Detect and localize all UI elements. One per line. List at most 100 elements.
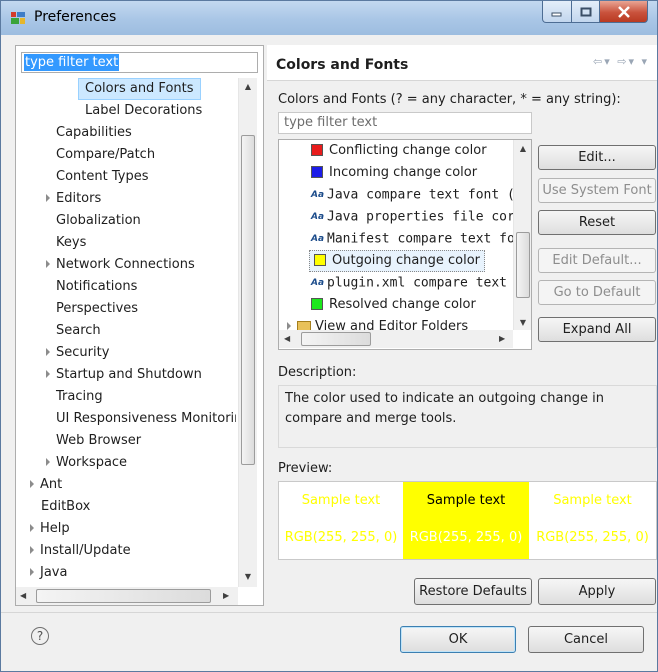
description-text: The color used to indicate an outgoing c… xyxy=(278,385,657,448)
list-item-label: Manifest compare text fo xyxy=(327,231,515,247)
tree-item-java[interactable]: Java xyxy=(30,562,67,584)
tree-item-label: Content Types xyxy=(56,169,149,184)
apply-button[interactable]: Apply xyxy=(538,578,656,605)
tree-item-workspace[interactable]: Workspace xyxy=(46,452,127,474)
title-bar[interactable]: Preferences xyxy=(1,1,657,35)
tree-item-search[interactable]: Search xyxy=(56,320,101,342)
list-item[interactable]: Aa Java properties file cor xyxy=(311,206,515,228)
list-item[interactable]: Incoming change color xyxy=(311,162,477,184)
scroll-up-icon[interactable]: ▲ xyxy=(514,144,531,153)
tree-item-label: Network Connections xyxy=(56,257,195,272)
list-item-label: Java compare text font ( xyxy=(327,187,515,203)
expand-arrow-icon[interactable] xyxy=(46,369,50,378)
scroll-down-icon[interactable]: ▼ xyxy=(514,318,531,327)
forward-icon[interactable]: ⇨ xyxy=(617,55,628,68)
scroll-left-icon[interactable]: ◀ xyxy=(20,591,26,600)
edit-button[interactable]: Edit... xyxy=(538,145,656,170)
tree-item-label: Keys xyxy=(56,235,87,250)
window-title: Preferences xyxy=(34,9,117,25)
colors-fonts-filter-input[interactable]: type filter text xyxy=(278,112,532,134)
list-scroll-thumb[interactable] xyxy=(516,232,530,298)
tree-item-perspectives[interactable]: Perspectives xyxy=(56,298,138,320)
list-item-label: Resolved change color xyxy=(329,297,476,312)
help-icon[interactable]: ? xyxy=(31,627,49,645)
minimize-button[interactable] xyxy=(542,1,572,23)
tree-item-security[interactable]: Security xyxy=(46,342,109,364)
scroll-right-icon[interactable]: ▶ xyxy=(223,591,229,600)
tree-item-globalization[interactable]: Globalization xyxy=(56,210,141,232)
preview-cell: Sample text RGB(255, 255, 0) xyxy=(279,482,403,559)
list-item[interactable]: Conflicting change color xyxy=(311,140,487,162)
tree-item-ant[interactable]: Ant xyxy=(30,474,62,496)
expand-arrow-icon[interactable] xyxy=(30,567,34,576)
tree-item-capabilities[interactable]: Capabilities xyxy=(56,122,132,144)
color-swatch-icon xyxy=(311,297,323,310)
maximize-button[interactable] xyxy=(571,1,600,23)
tree-item-web-browser[interactable]: Web Browser xyxy=(56,430,141,452)
expand-arrow-icon[interactable] xyxy=(46,193,50,202)
restore-defaults-button[interactable]: Restore Defaults xyxy=(414,578,532,605)
tree-item-label: Startup and Shutdown xyxy=(56,367,202,382)
back-icon[interactable]: ⇦ xyxy=(593,55,604,68)
view-menu-icon[interactable]: ▾ xyxy=(641,55,649,68)
tree-item-label-decorations[interactable]: Label Decorations xyxy=(85,100,202,122)
tree-item-label: Install/Update xyxy=(40,543,131,558)
expand-arrow-icon[interactable] xyxy=(46,347,50,356)
use-system-font-button[interactable]: Use System Font xyxy=(538,178,656,203)
left-vertical-scrollbar[interactable]: ▲ ▼ xyxy=(238,78,257,587)
close-button[interactable] xyxy=(599,1,648,23)
expand-arrow-icon[interactable] xyxy=(30,545,34,554)
tree-item-tracing[interactable]: Tracing xyxy=(56,386,103,408)
scroll-right-icon[interactable]: ▶ xyxy=(499,334,505,343)
expand-arrow-icon[interactable] xyxy=(287,321,291,330)
expand-arrow-icon[interactable] xyxy=(46,259,50,268)
list-hscroll-thumb[interactable] xyxy=(301,332,371,346)
list-horizontal-scrollbar[interactable]: ◀ ▶ xyxy=(279,330,513,348)
tree-item-editbox[interactable]: EditBox xyxy=(41,496,90,518)
tree-item-colors-and-fonts[interactable]: Colors and Fonts xyxy=(78,78,201,100)
left-filter-input[interactable]: type filter text xyxy=(21,52,258,73)
go-to-default-button[interactable]: Go to Default xyxy=(538,280,656,305)
tree-item-content-types[interactable]: Content Types xyxy=(56,166,148,188)
list-item[interactable]: Aa Java compare text font ( xyxy=(311,184,515,206)
list-item[interactable]: Aa plugin.xml compare text xyxy=(311,272,507,294)
colors-fonts-tree: Conflicting change color Incoming change… xyxy=(278,139,532,350)
list-item-label: Incoming change color xyxy=(329,165,478,180)
tree-item-editors[interactable]: Editors xyxy=(46,188,101,210)
list-item[interactable]: Aa Manifest compare text fo xyxy=(311,228,515,250)
preferences-window: Preferences type filter text Colors and … xyxy=(0,0,658,672)
tree-item-compare-patch[interactable]: Compare/Patch xyxy=(56,144,155,166)
left-hscroll-thumb[interactable] xyxy=(36,589,211,603)
tree-item-keys[interactable]: Keys xyxy=(56,232,86,254)
list-item[interactable]: Resolved change color xyxy=(311,294,476,316)
tree-item-label: EditBox xyxy=(41,499,91,514)
tree-item-install-update[interactable]: Install/Update xyxy=(30,540,131,562)
tree-item-notifications[interactable]: Notifications xyxy=(56,276,137,298)
reset-button[interactable]: Reset xyxy=(538,210,656,235)
tree-item-network-connections[interactable]: Network Connections xyxy=(46,254,195,276)
tree-item-label: Notifications xyxy=(56,279,138,294)
tree-item-label: Security xyxy=(56,345,110,360)
expand-all-button[interactable]: Expand All xyxy=(538,317,656,342)
tree-item-ui-responsiveness[interactable]: UI Responsiveness Monitorin xyxy=(56,408,236,430)
cancel-button[interactable]: Cancel xyxy=(528,626,644,653)
list-vertical-scrollbar[interactable]: ▲ ▼ xyxy=(513,140,531,330)
color-swatch-icon xyxy=(311,165,323,178)
scroll-down-icon[interactable]: ▼ xyxy=(239,572,257,581)
tree-item-startup-and-shutdown[interactable]: Startup and Shutdown xyxy=(46,364,202,386)
history-nav: ⇦▾ ⇨▾ ▾ xyxy=(593,55,649,68)
ok-button[interactable]: OK xyxy=(400,626,516,653)
tree-item-help[interactable]: Help xyxy=(30,518,70,540)
expand-arrow-icon[interactable] xyxy=(30,523,34,532)
expand-arrow-icon[interactable] xyxy=(30,479,34,488)
left-scroll-thumb[interactable] xyxy=(241,135,255,465)
edit-default-button[interactable]: Edit Default... xyxy=(538,248,656,273)
list-item-selected[interactable]: Outgoing change color xyxy=(309,250,485,272)
tree-item-label: Perspectives xyxy=(56,301,139,316)
forward-menu-icon[interactable]: ▾ xyxy=(628,55,636,68)
back-menu-icon[interactable]: ▾ xyxy=(604,55,612,68)
expand-arrow-icon[interactable] xyxy=(46,457,50,466)
scroll-left-icon[interactable]: ◀ xyxy=(284,334,290,343)
left-horizontal-scrollbar[interactable]: ◀ ▶ xyxy=(16,587,238,605)
scroll-up-icon[interactable]: ▲ xyxy=(239,82,257,91)
